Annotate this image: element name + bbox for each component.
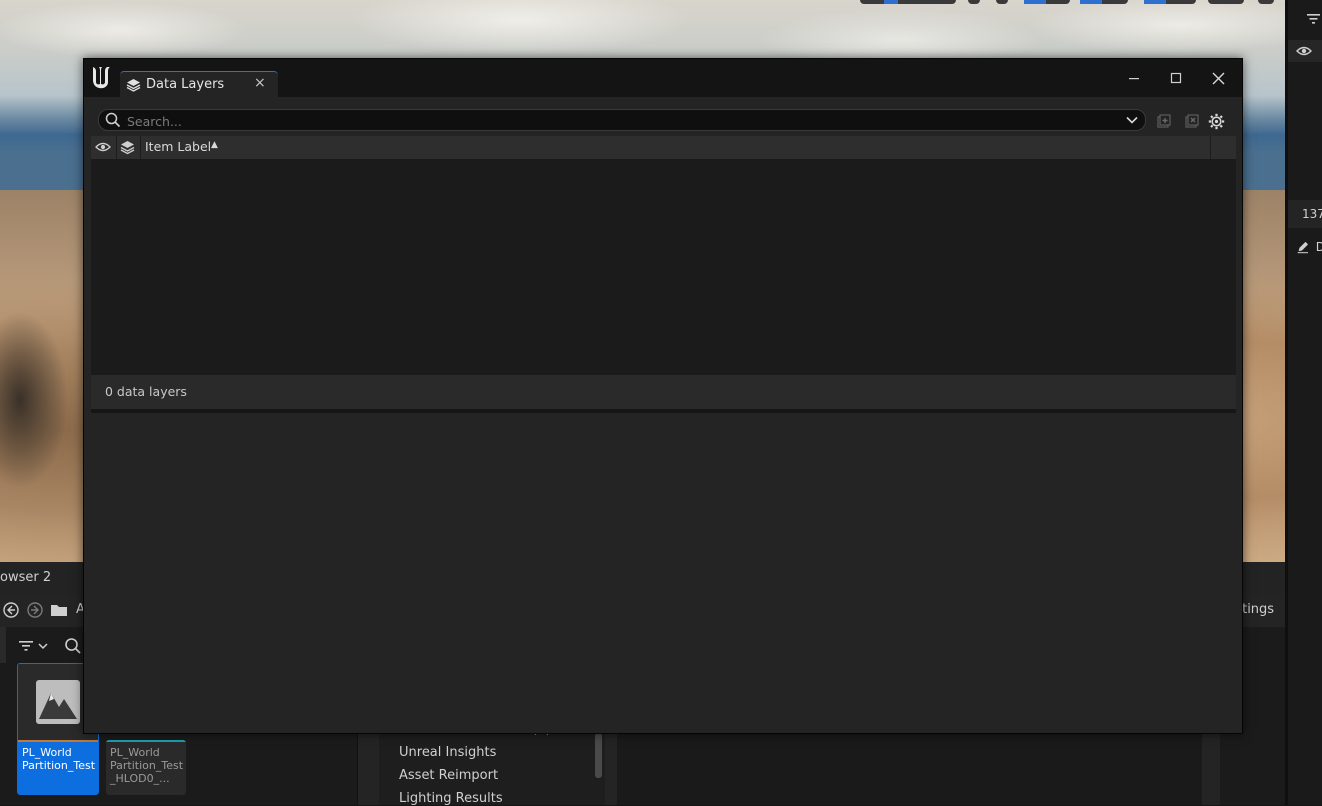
list-header-row: Item Label ▲ bbox=[91, 136, 1236, 160]
data-layers-list[interactable] bbox=[91, 160, 1236, 375]
maximize-icon bbox=[1170, 72, 1182, 84]
viewport-toolbar-dot[interactable] bbox=[1258, 0, 1274, 4]
remove-layer-icon bbox=[1185, 114, 1199, 128]
close-window-button[interactable] bbox=[1204, 67, 1232, 89]
sort-ascending-icon: ▲ bbox=[211, 140, 218, 150]
asset-label: PL_World Partition_Test bbox=[18, 742, 98, 794]
data-layer-count: 0 data layers bbox=[105, 384, 187, 399]
edit-icon bbox=[1297, 241, 1309, 254]
folder-icon[interactable] bbox=[50, 602, 68, 618]
search-icon bbox=[105, 112, 121, 128]
layers-icon bbox=[126, 79, 141, 92]
viewport-toolbar-group[interactable] bbox=[1144, 0, 1196, 4]
panel-splitter[interactable] bbox=[357, 732, 380, 805]
chevron-down-icon[interactable] bbox=[1125, 113, 1139, 127]
eye-icon[interactable] bbox=[1296, 45, 1312, 57]
panel-splitter[interactable] bbox=[605, 732, 617, 805]
search-box[interactable] bbox=[98, 109, 1146, 131]
viewport-toolbar-active bbox=[1144, 0, 1166, 4]
panel-splitter[interactable] bbox=[1202, 732, 1220, 805]
viewport-toolbar-group[interactable] bbox=[1080, 0, 1128, 4]
eye-icon[interactable] bbox=[95, 141, 111, 153]
viewport-toolbar-group[interactable] bbox=[1208, 0, 1244, 4]
back-icon[interactable] bbox=[2, 601, 20, 619]
viewport-toolbar-active bbox=[1024, 0, 1046, 4]
asset-tile[interactable]: PL_World Partition_Test _HLOD0_... bbox=[106, 740, 186, 795]
viewport-toolbar-group[interactable] bbox=[860, 0, 956, 4]
layers-icon[interactable] bbox=[120, 140, 135, 155]
tab-close-button[interactable]: × bbox=[254, 75, 266, 91]
asset-label: PL_World Partition_Test _HLOD0_... bbox=[106, 740, 186, 789]
unreal-logo-icon bbox=[93, 67, 110, 89]
status-bar: 0 data layers bbox=[91, 375, 1236, 409]
details-tab-label: D bbox=[1315, 240, 1322, 254]
search-icon[interactable] bbox=[64, 637, 82, 655]
settings-button[interactable] bbox=[1206, 111, 1226, 131]
close-icon bbox=[1212, 72, 1224, 84]
minimize-icon bbox=[1129, 78, 1139, 80]
number-field-row[interactable]: 137 bbox=[1288, 200, 1322, 228]
tab-data-layers[interactable]: Data Layers × bbox=[120, 71, 278, 98]
details-tab-row[interactable]: D bbox=[1288, 236, 1322, 258]
column-divider[interactable] bbox=[140, 136, 141, 159]
message-log-item[interactable]: Asset Reimport bbox=[399, 768, 498, 783]
tab-label: Data Layers bbox=[146, 77, 225, 92]
window-titlebar[interactable]: Data Layers × bbox=[84, 59, 1242, 98]
number-readout: 137 bbox=[1302, 207, 1322, 221]
map-icon bbox=[36, 680, 80, 724]
gear-icon bbox=[1208, 113, 1224, 129]
content-browser-tab[interactable]: owser 2 bbox=[0, 570, 51, 585]
remove-data-layer-button[interactable] bbox=[1182, 111, 1202, 131]
message-log-item[interactable]: Lighting Results bbox=[399, 791, 503, 806]
message-log-item[interactable]: Unreal Insights bbox=[399, 745, 496, 760]
maximize-button[interactable] bbox=[1162, 67, 1190, 89]
add-data-layer-button[interactable] bbox=[1154, 111, 1174, 131]
terrain-shadow bbox=[0, 300, 80, 500]
viewport-toolbar-active bbox=[1080, 0, 1102, 4]
viewport-toolbar-active bbox=[884, 0, 898, 4]
viewport-toolbar-group[interactable] bbox=[1024, 0, 1070, 4]
message-detail-panel bbox=[617, 733, 1202, 805]
scrollbar-thumb[interactable] bbox=[595, 733, 602, 778]
details-panel-edge: 137 D bbox=[1285, 0, 1322, 805]
minimize-button[interactable] bbox=[1120, 67, 1148, 89]
column-divider[interactable] bbox=[1210, 136, 1211, 159]
filter-icon[interactable] bbox=[18, 638, 48, 654]
data-layer-details-area bbox=[91, 413, 1236, 729]
filter-icon[interactable] bbox=[1306, 12, 1322, 26]
filter-row[interactable] bbox=[1288, 8, 1322, 30]
data-layers-window: Data Layers × Search... Item Label ▲ 0 d… bbox=[83, 58, 1243, 734]
column-divider[interactable] bbox=[116, 136, 117, 159]
item-label-column-header[interactable]: Item Label bbox=[145, 139, 211, 154]
search-input[interactable] bbox=[125, 111, 1119, 131]
sources-edge bbox=[0, 627, 6, 663]
add-layer-icon bbox=[1157, 114, 1171, 128]
forward-icon[interactable] bbox=[26, 601, 44, 619]
outliner-header-row bbox=[1288, 40, 1322, 62]
